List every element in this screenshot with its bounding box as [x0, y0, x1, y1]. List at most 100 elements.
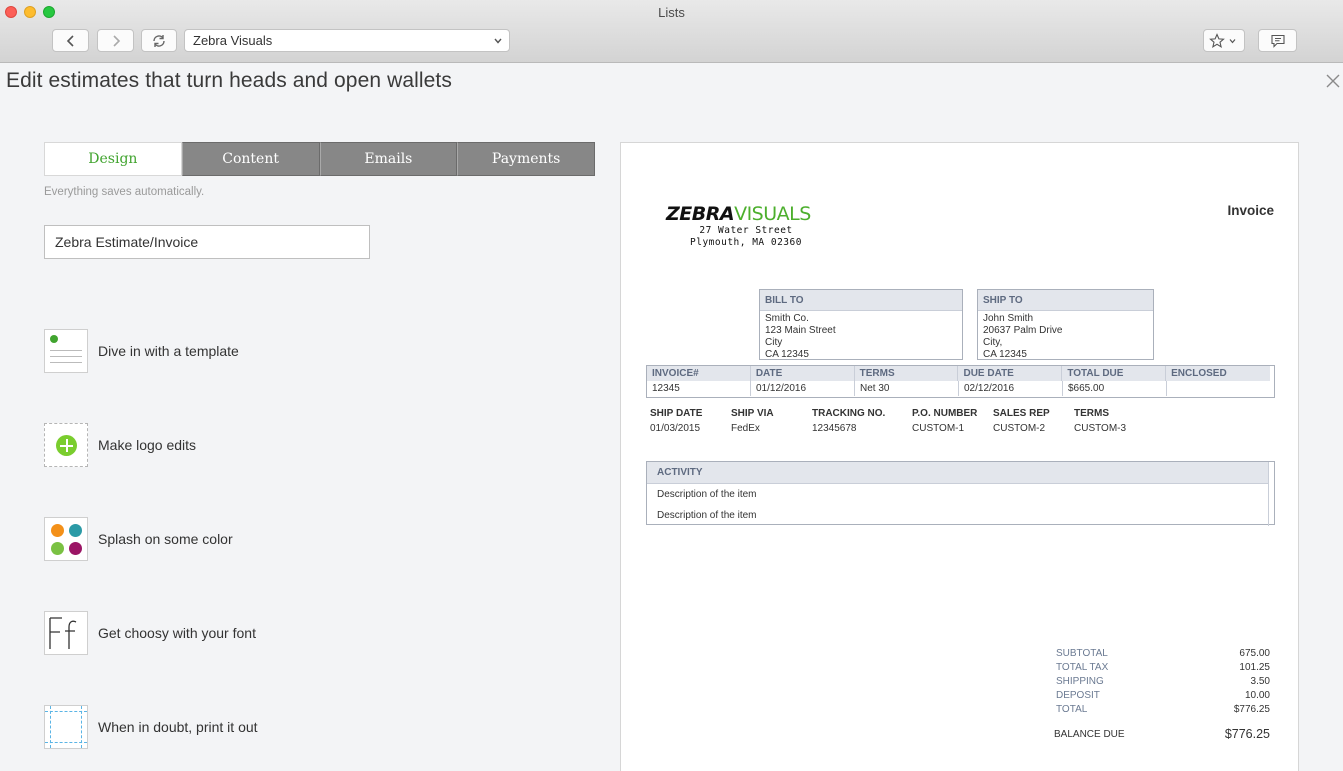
tab-design[interactable]: Design	[44, 142, 182, 176]
company-selector[interactable]: Zebra Visuals	[184, 29, 510, 52]
feature-template-label: Dive in with a template	[98, 343, 239, 359]
totals-row: TOTAL TAX 101.25	[1056, 661, 1270, 675]
table-cell: 01/12/2016	[751, 381, 855, 396]
ship-to-box[interactable]: SHIP TO John Smith 20637 Palm Drive City…	[977, 289, 1154, 360]
shipping-field-label: TRACKING NO.	[812, 408, 886, 419]
totals-value: 101.25	[1239, 662, 1270, 673]
shipping-field[interactable]: SHIP VIA FedEx	[731, 408, 774, 434]
activity-row: Description of the item	[647, 505, 1269, 526]
shipping-field-label: SALES REP	[993, 408, 1050, 419]
bill-to-line: CA 12345	[765, 349, 809, 360]
feature-font-label: Get choosy with your font	[98, 625, 256, 641]
company-selector-value: Zebra Visuals	[193, 33, 273, 48]
invoice-summary-table[interactable]: INVOICE# DATE TERMS DUE DATE TOTAL DUE E…	[646, 365, 1275, 398]
company-address-line-1: 27 Water Street	[699, 225, 793, 236]
color-palette-icon	[44, 517, 88, 561]
column-header: ENCLOSED	[1171, 368, 1227, 379]
totals-block[interactable]: SUBTOTAL 675.00 TOTAL TAX 101.25 SHIPPIN…	[1056, 647, 1270, 717]
tab-payments[interactable]: Payments	[457, 142, 595, 176]
feature-print[interactable]: When in doubt, print it out	[44, 705, 258, 749]
shipping-field-label: TERMS	[1074, 408, 1109, 419]
template-icon	[44, 329, 88, 373]
shipping-field-value: CUSTOM-3	[1074, 423, 1127, 434]
close-icon[interactable]	[1325, 73, 1341, 89]
shipping-field[interactable]: SALES REP CUSTOM-2	[993, 408, 1050, 434]
template-name-input[interactable]	[44, 225, 370, 259]
column-header: TERMS	[855, 366, 959, 381]
tab-content[interactable]: Content	[181, 142, 320, 176]
column-header: TOTAL DUE	[1062, 366, 1167, 381]
bill-to-line: 123 Main Street	[765, 325, 836, 336]
totals-row: SUBTOTAL 675.00	[1056, 647, 1270, 661]
bookmark-button[interactable]	[1203, 29, 1245, 52]
chevron-down-icon	[494, 38, 502, 44]
shipping-field[interactable]: P.O. NUMBER CUSTOM-1	[912, 408, 977, 434]
autosave-note: Everything saves automatically.	[44, 186, 205, 198]
feature-font[interactable]: Get choosy with your font	[44, 611, 256, 655]
table-cell: $665.00	[1063, 381, 1167, 396]
add-logo-icon	[44, 423, 88, 467]
table-header-row: INVOICE# DATE TERMS DUE DATE TOTAL DUE E…	[647, 366, 1270, 381]
balance-due-value: $776.25	[1224, 727, 1270, 741]
feature-print-label: When in doubt, print it out	[98, 719, 258, 735]
shipping-field[interactable]: SHIP DATE 01/03/2015	[650, 408, 702, 434]
page-title: Edit estimates that turn heads and open …	[6, 69, 452, 92]
feature-logo-label: Make logo edits	[98, 437, 197, 453]
totals-row: SHIPPING 3.50	[1056, 675, 1270, 689]
table-row: 12345 01/12/2016 Net 30 02/12/2016 $665.…	[647, 381, 1274, 396]
ship-to-line: CA 12345	[983, 349, 1027, 360]
tab-emails[interactable]: Emails	[319, 142, 458, 176]
shipping-field-label: SHIP DATE	[650, 408, 703, 419]
forward-button[interactable]	[97, 29, 134, 52]
bill-to-line: Smith Co.	[765, 313, 809, 324]
totals-row: DEPOSIT 10.00	[1056, 689, 1270, 703]
column-header: DUE DATE	[958, 366, 1063, 381]
totals-label: DEPOSIT	[1056, 690, 1100, 701]
shipping-field[interactable]: TRACKING NO. 12345678	[812, 408, 885, 434]
refresh-button[interactable]	[141, 29, 177, 52]
totals-value: 3.50	[1250, 676, 1270, 687]
invoice-preview: ZEBRAVISUALS 27 Water Street Plymouth, M…	[620, 142, 1299, 771]
company-logo[interactable]: ZEBRAVISUALS 27 Water Street Plymouth, M…	[666, 203, 836, 249]
shipping-field[interactable]: TERMS CUSTOM-3	[1074, 408, 1126, 434]
ship-to-line: City,	[983, 337, 1003, 348]
totals-label: TOTAL TAX	[1056, 662, 1109, 673]
shipping-field-value: FedEx	[731, 423, 760, 434]
logo-text-visuals: VISUALS	[734, 203, 811, 225]
feature-color[interactable]: Splash on some color	[44, 517, 233, 561]
totals-value: $776.25	[1233, 704, 1270, 715]
chevron-right-icon	[112, 34, 120, 47]
ship-to-heading: SHIP TO	[978, 290, 1153, 311]
chevron-left-icon	[66, 34, 74, 47]
balance-due-label: BALANCE DUE	[1054, 728, 1125, 740]
table-cell: Net 30	[855, 381, 959, 396]
bill-to-line: City	[765, 337, 783, 348]
star-icon	[1209, 32, 1225, 48]
feature-template[interactable]: Dive in with a template	[44, 329, 239, 373]
print-margins-icon	[44, 705, 88, 749]
back-button[interactable]	[52, 29, 89, 52]
feedback-button[interactable]	[1258, 29, 1297, 52]
feature-logo[interactable]: Make logo edits	[44, 423, 196, 467]
totals-value: 10.00	[1244, 690, 1270, 701]
shipping-field-label: SHIP VIA	[731, 408, 774, 419]
ship-to-line: 20637 Palm Drive	[983, 325, 1063, 336]
table-cell: 12345	[647, 381, 751, 396]
shipping-field-value: 01/03/2015	[650, 423, 701, 434]
table-cell	[1167, 381, 1271, 396]
window-titlebar: Lists Zebra Visuals	[0, 0, 1343, 63]
activity-table[interactable]: ACTIVITY Description of the item Descrip…	[646, 461, 1275, 526]
table-cell: 02/12/2016	[959, 381, 1063, 396]
shipping-field-value: CUSTOM-2	[993, 423, 1046, 434]
balance-due: BALANCE DUE $776.25	[1054, 727, 1270, 741]
activity-heading: ACTIVITY	[647, 462, 1269, 484]
invoice-title: Invoice	[1227, 203, 1274, 218]
totals-row: TOTAL $776.25	[1056, 703, 1270, 717]
column-header: INVOICE#	[647, 366, 751, 381]
logo-text-zebra: ZEBRA	[666, 203, 735, 225]
company-address-line-2: Plymouth, MA 02360	[690, 237, 802, 248]
totals-label: SHIPPING	[1056, 676, 1104, 687]
font-icon	[44, 611, 88, 655]
activity-row: Description of the item	[647, 484, 1269, 505]
bill-to-box[interactable]: BILL TO Smith Co. 123 Main Street City C…	[759, 289, 963, 360]
